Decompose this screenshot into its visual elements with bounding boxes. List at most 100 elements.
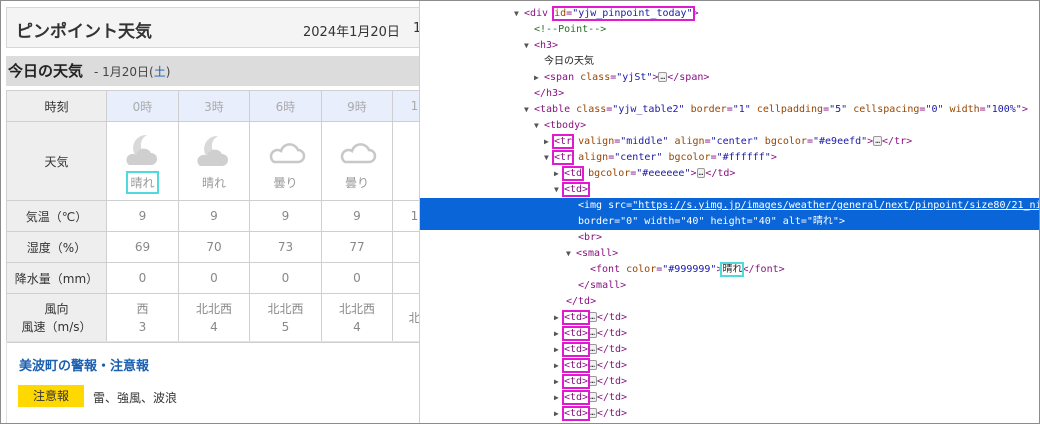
wind-row: 風向風速（m/s） 西3 北北西4 北北西5 北北西4 北 (6, 293, 419, 343)
attr-value: "yjw_pinpoint_today" (572, 8, 693, 19)
today-date-suffix: ) (165, 65, 171, 79)
tag-end: </td> (596, 408, 628, 419)
collapse-triangle-icon[interactable]: ▼ (566, 246, 576, 262)
time-cell: 9時 (321, 90, 393, 122)
attr-name: width (949, 104, 980, 115)
attr-value: "40" (680, 216, 705, 227)
collapse-triangle-icon[interactable]: ▼ (554, 182, 564, 198)
weather-label: 天気 (6, 121, 107, 201)
advisory-text: 雷、強風、波浪 (93, 391, 178, 405)
dom-node-div[interactable]: ▼ <div id="yjw_pinpoint_today"> (420, 6, 1039, 22)
expand-triangle-icon[interactable]: ▶ (554, 326, 564, 342)
attr-value: "40" (752, 216, 777, 227)
ellipsis-icon[interactable]: … (588, 392, 597, 402)
expand-triangle-icon[interactable]: ▶ (544, 134, 554, 150)
expand-triangle-icon[interactable]: ▶ (554, 342, 564, 358)
tag-end: </small> (578, 280, 627, 291)
expand-triangle-icon[interactable]: ▶ (554, 374, 564, 390)
warnings-link[interactable]: 美波町の警報・注意報 (19, 355, 149, 374)
dom-node-td-label[interactable]: ▶ <td bgcolor="#eeeeee">… </td> (420, 166, 1039, 182)
tag-open-highlighted: <tr (551, 134, 575, 149)
attr-value: "100%" (985, 104, 1022, 115)
attr-name: cellpadding (756, 104, 824, 115)
ellipsis-icon[interactable]: … (588, 312, 597, 322)
weather-cell: 曇り (249, 121, 322, 201)
expand-triangle-icon[interactable]: ▶ (554, 406, 564, 422)
ellipsis-icon[interactable]: … (588, 408, 597, 418)
ellipsis-icon[interactable]: … (588, 376, 597, 386)
img-src-link[interactable]: "https://s.yimg.jp/images/weather/genera… (632, 200, 1039, 211)
dom-node-tbody[interactable]: ▼ <tbody> (420, 118, 1039, 134)
dom-node-td-collapsed[interactable]: ▶ <td>… </td> (420, 342, 1039, 358)
expand-triangle-icon[interactable]: ▶ (554, 166, 564, 182)
ellipsis-icon[interactable]: … (696, 168, 706, 178)
tag-close: > (770, 152, 777, 163)
collapse-triangle-icon[interactable]: ▼ (534, 118, 544, 134)
tag-open-highlighted: <td> (561, 182, 591, 197)
tag-open-highlighted: <td> (561, 326, 591, 341)
precipitation-label: 降水量（mm） (6, 262, 107, 294)
humidity-cell (392, 231, 419, 263)
font-text-highlighted: 晴れ (720, 262, 745, 277)
dom-node-td-collapsed[interactable]: ▶ <td>… </td> (420, 390, 1039, 406)
tag-end: </font> (742, 264, 785, 275)
dom-text-node[interactable]: 今日の天気 (420, 54, 1039, 70)
dom-node-td-collapsed[interactable]: ▶ <td>… </td> (420, 358, 1039, 374)
dom-node-td-weather[interactable]: ▼ <td> (420, 182, 1039, 198)
dom-node-tr-weather[interactable]: ▼ <tr align="center" bgcolor="#ffffff"> (420, 150, 1039, 166)
attr-name: color (626, 264, 657, 275)
dom-node-table[interactable]: ▼ <table class="yjw_table2" border="1" ce… (420, 102, 1039, 118)
dom-node-td-collapsed[interactable]: ▶ <td>… </td> (420, 374, 1039, 390)
expand-triangle-icon[interactable]: ▶ (534, 70, 544, 86)
tag-open: <span (544, 72, 581, 83)
collapse-triangle-icon[interactable]: ▼ (544, 150, 554, 166)
dom-node-td-close[interactable]: </td> (420, 294, 1039, 310)
ellipsis-icon[interactable]: … (658, 72, 668, 82)
tag-open-highlighted: <td> (561, 358, 591, 373)
dom-node-img-selected[interactable]: <img src="https://s.yimg.jp/images/weath… (420, 198, 1039, 230)
wind-speed: 3 (138, 320, 147, 334)
devtools-elements-panel: ▼ <div id="yjw_pinpoint_today"> <!--Point… (419, 1, 1039, 423)
attr-value: "晴れ" (806, 216, 839, 227)
tag-close: > (690, 168, 697, 179)
collapse-triangle-icon[interactable]: ▼ (514, 6, 524, 22)
ellipsis-icon[interactable]: … (588, 360, 597, 370)
attr-value: "0" (925, 104, 944, 115)
expand-triangle-icon[interactable]: ▶ (554, 310, 564, 326)
dom-node-td-collapsed[interactable]: ▶ <td>… </td> (420, 326, 1039, 342)
dom-node-tr-header[interactable]: ▶ <tr valign="middle" align="center" bgco… (420, 134, 1039, 150)
ellipsis-icon[interactable]: … (588, 328, 597, 338)
dom-node-td-collapsed[interactable]: ▶ <td>… </td> (420, 406, 1039, 422)
today-date: - 1月20日(土) (94, 63, 170, 80)
dom-node-br[interactable]: <br> (420, 230, 1039, 246)
wind-cell: 北北西 5 (249, 293, 322, 343)
precipitation-cell: 0 (106, 262, 179, 294)
tag-end: </h3> (534, 88, 565, 99)
dom-node-small-close[interactable]: </small> (420, 278, 1039, 294)
dom-node-small[interactable]: ▼ <small> (420, 246, 1039, 262)
expand-triangle-icon[interactable]: ▶ (554, 390, 564, 406)
dom-node-td-collapsed[interactable]: ▶ <td>… </td> (420, 310, 1039, 326)
time-label: 時刻 (6, 90, 107, 122)
tag-end: </td> (596, 376, 628, 387)
ellipsis-icon[interactable]: … (873, 136, 883, 146)
ellipsis-icon[interactable]: … (588, 344, 597, 354)
tag-open-highlighted: <td> (561, 390, 591, 405)
expand-triangle-icon[interactable]: ▶ (554, 358, 564, 374)
page-date: 2024年1月20日 (303, 25, 400, 40)
collapse-triangle-icon[interactable]: ▼ (524, 38, 534, 54)
dom-node-h3-close[interactable]: </h3> (420, 86, 1039, 102)
dom-node-span[interactable]: ▶ <span class="yjSt">… </span> (420, 70, 1039, 86)
precipitation-cell: 0 (178, 262, 250, 294)
dom-node-h3[interactable]: ▼ <h3> (420, 38, 1039, 54)
tag-close: > (1021, 104, 1028, 115)
dom-node-comment[interactable]: <!--Point--> (420, 22, 1039, 38)
tag-open-highlighted: <td (561, 166, 585, 181)
dom-node-font[interactable]: <font color="#999999">晴れ</font> (420, 262, 1039, 278)
tag-end: </td> (596, 392, 628, 403)
collapse-triangle-icon[interactable]: ▼ (524, 102, 534, 118)
wind-speed: 4 (210, 320, 218, 334)
warnings-box: 美波町の警報・注意報 注意報 雷、強風、波浪 (6, 341, 419, 423)
text-content: 今日の天気 (544, 56, 594, 67)
weather-page: ピンポイント天気 2024年1月20日 1 今日の天気 - 1月20日(土) 時… (1, 1, 419, 423)
